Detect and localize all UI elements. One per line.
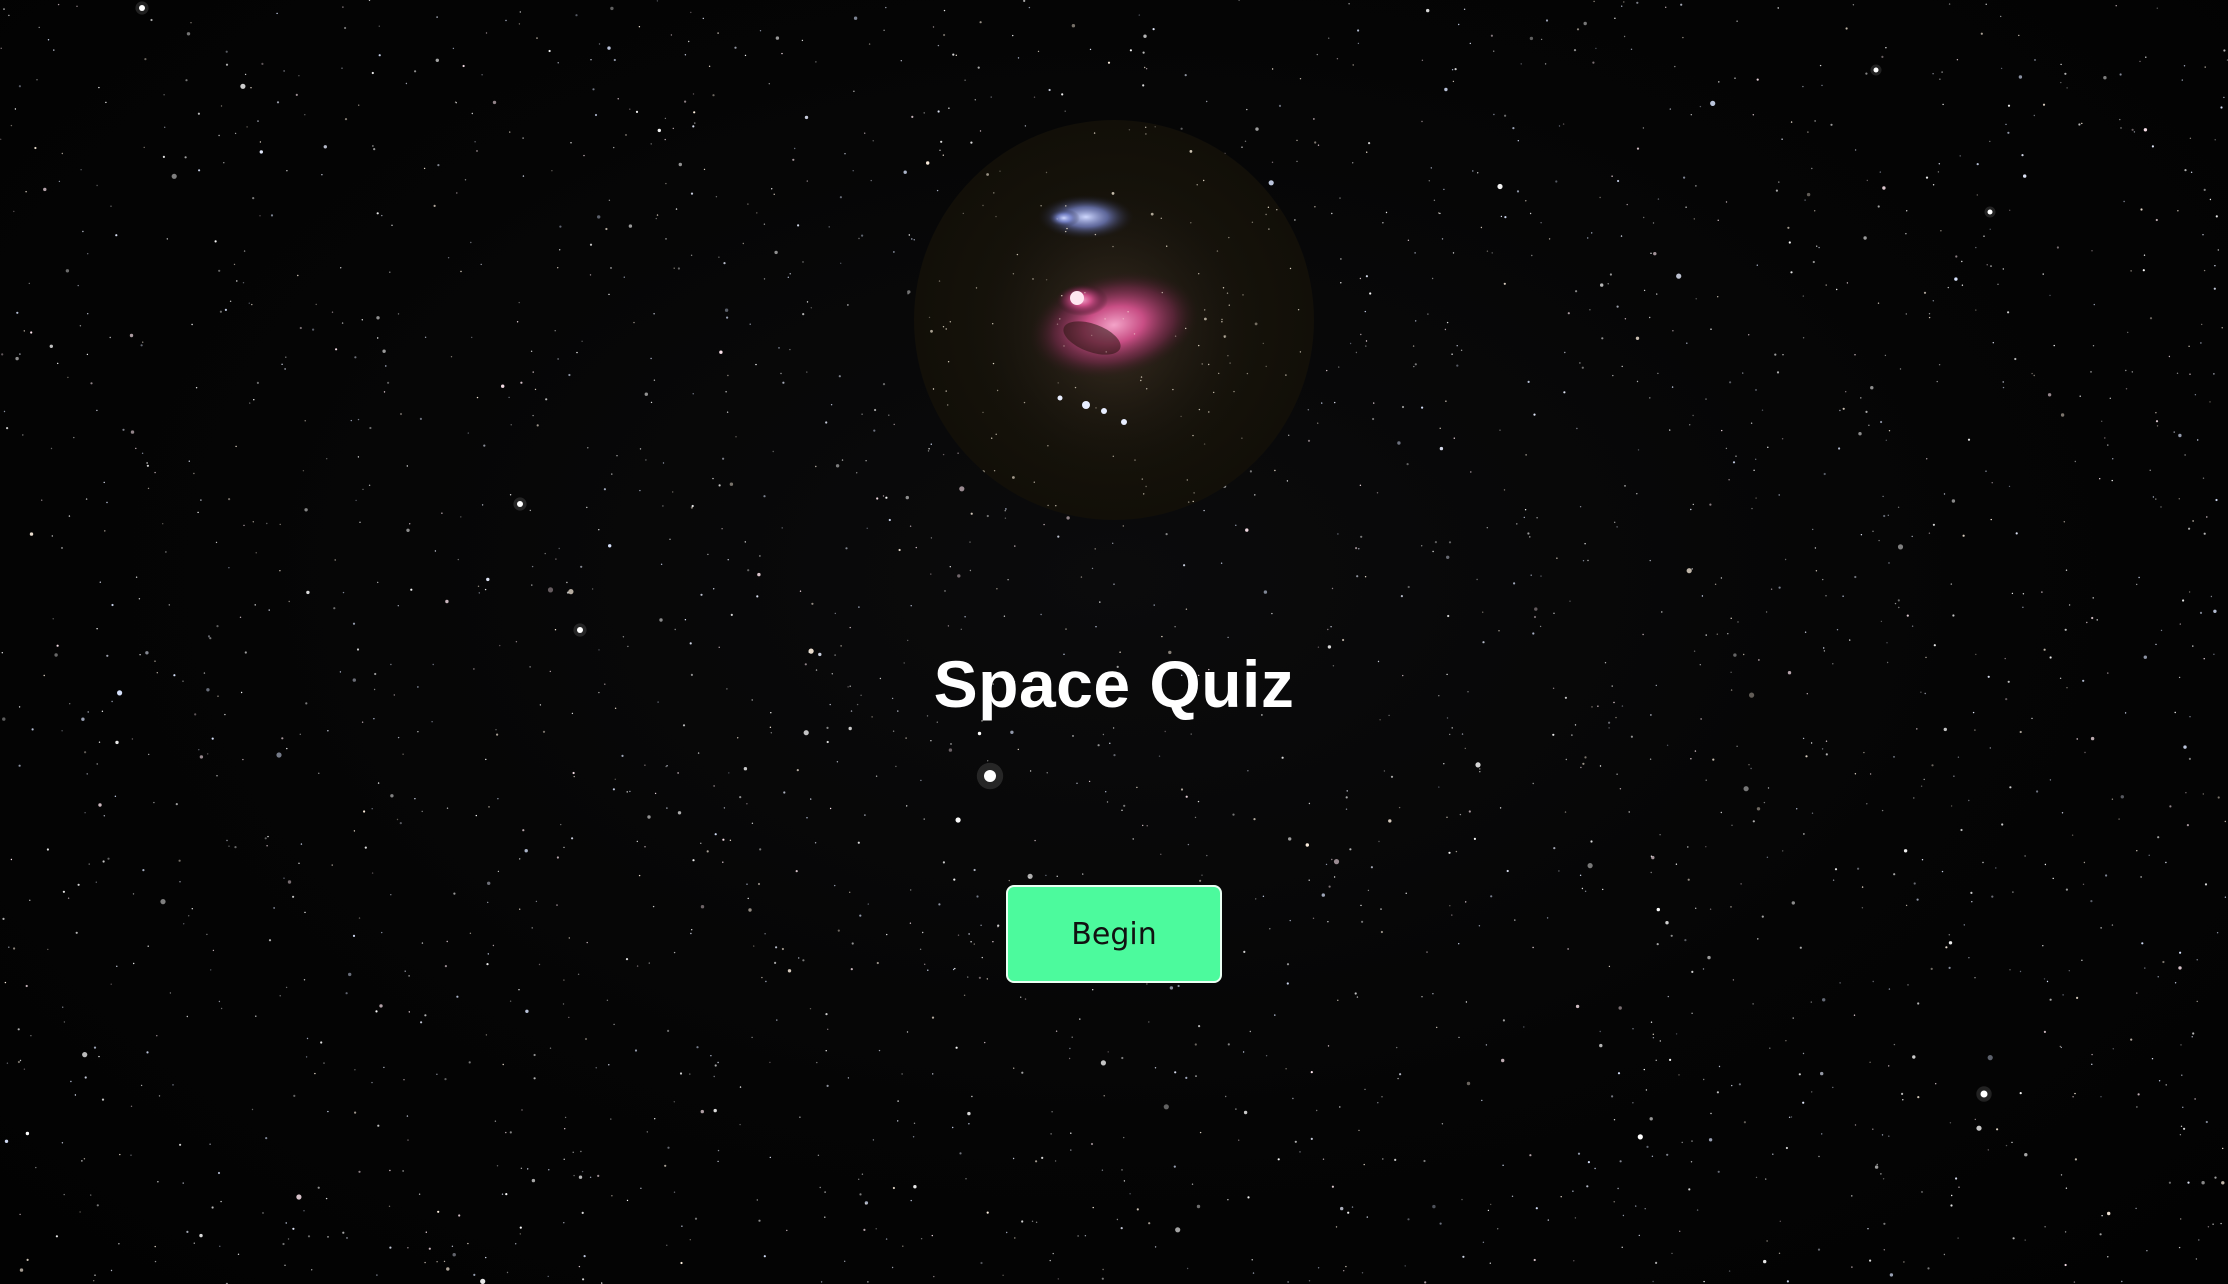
quiz-start-screen: Space Quiz Begin <box>0 0 2228 1284</box>
nebula-image <box>914 120 1314 520</box>
page-title: Space Quiz <box>933 647 1295 721</box>
begin-button[interactable]: Begin <box>1006 885 1222 983</box>
